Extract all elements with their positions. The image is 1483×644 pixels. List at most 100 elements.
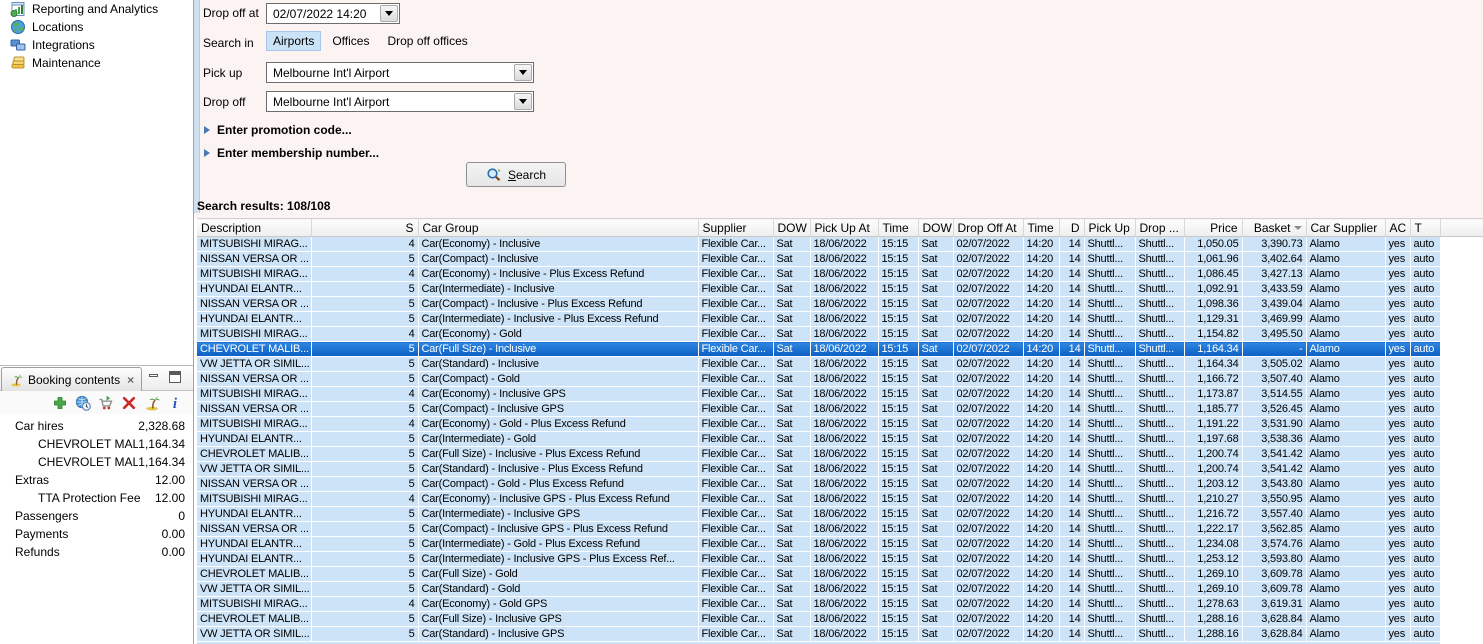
cell-pick_up_at: 18/06/2022 [810,416,879,432]
cell-supplier: Flexible Car... [698,311,774,327]
search-in-tab-airports[interactable]: Airports [266,31,322,51]
column-header-pick_up[interactable]: Pick Up [1084,218,1136,237]
availability-clock-icon[interactable] [75,395,91,411]
result-row[interactable]: CHEVROLET MALIB... 5 Car(Full Size) - Incl… [197,611,1483,627]
delete-icon[interactable] [121,395,137,411]
result-row[interactable]: CHEVROLET MALIB... 5 Car(Full Size) - Gold… [197,566,1483,582]
result-row[interactable]: NISSAN VERSA OR ... 5 Car(Compact) - Inclu… [197,521,1483,537]
booking-item[interactable]: Passengers 0 [0,507,193,525]
booking-item[interactable]: TTA Protection Fee 12.00 [0,489,193,507]
column-header-d[interactable]: D [1059,218,1085,237]
cell-dow1: Sat [773,611,811,627]
cell-price: 1,164.34 [1184,356,1243,372]
info-icon[interactable]: i [167,395,183,411]
result-row[interactable]: NISSAN VERSA OR ... 5 Car(Compact) - Inclu… [197,251,1483,267]
result-row[interactable]: MITSUBISHI MIRAG... 4 Car(Economy) - Gold F… [197,326,1483,342]
result-row[interactable]: HYUNDAI ELANTR... 5 Car(Intermediate) - In… [197,311,1483,327]
result-row[interactable]: MITSUBISHI MIRAG... 4 Car(Economy) - Inclu… [197,386,1483,402]
sidebar-item-reporting-and-analytics[interactable]: Reporting and Analytics [0,0,193,18]
column-header-dow1[interactable]: DOW [773,218,811,237]
promotion-code-toggle[interactable]: Enter promotion code... [204,123,352,137]
result-row[interactable]: HYUNDAI ELANTR... 5 Car(Intermediate) - In… [197,551,1483,567]
result-row[interactable]: NISSAN VERSA OR ... 5 Car(Compact) - Inclu… [197,401,1483,417]
result-row[interactable]: VW JETTA OR SIMIL... 5 Car(Standard) - Inc… [197,461,1483,477]
booking-item[interactable]: Extras 12.00 [0,471,193,489]
cell-time2: 14:20 [1023,596,1060,612]
result-row[interactable]: VW JETTA OR SIMIL... 5 Car(Standard) - Gol… [197,581,1483,597]
cell-d: 14 [1059,611,1085,627]
sidebar-item-locations[interactable]: Locations [0,18,193,36]
booking-item-label: CHEVROLET MALIBI [38,455,139,469]
close-icon[interactable]: × [127,373,134,387]
cell-supplier: Flexible Car... [698,491,774,507]
result-row[interactable]: MITSUBISHI MIRAG... 4 Car(Economy) - Inclu… [197,236,1483,252]
chevron-down-icon[interactable] [514,93,532,110]
cell-price: 1,191.22 [1184,416,1243,432]
chevron-down-icon[interactable] [380,5,398,22]
result-row[interactable]: HYUNDAI ELANTR... 5 Car(Intermediate) - Go… [197,536,1483,552]
result-row[interactable]: NISSAN VERSA OR ... 5 Car(Compact) - Inclu… [197,296,1483,312]
result-row[interactable]: NISSAN VERSA OR ... 5 Car(Compact) - Gold … [197,476,1483,492]
booking-contents-tab[interactable]: Booking contents × [1,367,143,391]
add-icon[interactable] [52,395,68,411]
cell-time1: 15:15 [878,551,919,567]
column-header-s[interactable]: S [311,218,419,237]
cell-description: VW JETTA OR SIMIL... [197,581,312,597]
cell-supplier: Flexible Car... [698,326,774,342]
result-row[interactable]: VW JETTA OR SIMIL... 5 Car(Standard) - Inc… [197,356,1483,372]
column-header-dow2[interactable]: DOW [918,218,954,237]
cell-dow1: Sat [773,236,811,252]
column-header-drop_off_at[interactable]: Drop Off At [953,218,1024,237]
search-in-tab-offices[interactable]: Offices [325,31,376,51]
result-row[interactable]: CHEVROLET MALIB... 5 Car(Full Size) - Incl… [197,341,1483,357]
booking-item[interactable]: Car hires 2,328.68 [0,417,193,435]
holiday-package-icon[interactable] [144,395,160,411]
column-header-t[interactable]: T [1410,218,1441,237]
column-header-ac[interactable]: AC [1385,218,1411,237]
booking-item[interactable]: CHEVROLET MALIBI1,164.34 [0,453,193,471]
chevron-down-icon[interactable] [514,64,532,81]
search-in-tab-drop-off-offices[interactable]: Drop off offices [380,31,474,51]
cell-filler [1440,626,1483,642]
booking-item[interactable]: Payments 0.00 [0,525,193,543]
booking-item[interactable]: Refunds 0.00 [0,543,193,561]
column-header-drop[interactable]: Drop ... [1135,218,1185,237]
cell-dow1: Sat [773,311,811,327]
cell-dow2: Sat [918,296,954,312]
cell-dow1: Sat [773,281,811,297]
cell-car_group: Car(Intermediate) - Gold - Plus Excess R… [418,536,699,552]
minimize-icon[interactable] [149,373,160,382]
sidebar-item-integrations[interactable]: Integrations [0,36,193,54]
cell-s: 5 [311,446,419,462]
column-header-price[interactable]: Price [1184,218,1243,237]
cell-drop_off_at: 02/07/2022 [953,416,1024,432]
result-row[interactable]: NISSAN VERSA OR ... 5 Car(Compact) - Gold F… [197,371,1483,387]
sidebar-item-maintenance[interactable]: Maintenance [0,54,193,72]
result-row[interactable]: HYUNDAI ELANTR... 5 Car(Intermediate) - In… [197,506,1483,522]
drop-off-combo[interactable]: Melbourne Int'l Airport [266,91,534,112]
column-header-basket[interactable]: Basket [1242,218,1307,237]
column-header-time1[interactable]: Time [878,218,919,237]
result-row[interactable]: MITSUBISHI MIRAG... 4 Car(Economy) - Gold … [197,596,1483,612]
result-row[interactable]: HYUNDAI ELANTR... 5 Car(Intermediate) - In… [197,281,1483,297]
membership-number-toggle[interactable]: Enter membership number... [204,146,379,160]
result-row[interactable]: MITSUBISHI MIRAG... 4 Car(Economy) - Inclu… [197,266,1483,282]
column-header-supplier[interactable]: Supplier [698,218,774,237]
pick-up-combo[interactable]: Melbourne Int'l Airport [266,62,534,83]
result-row[interactable]: HYUNDAI ELANTR... 5 Car(Intermediate) - Go… [197,431,1483,447]
column-header-car_supplier[interactable]: Car Supplier [1306,218,1386,237]
drop-off-at-combo[interactable]: 02/07/2022 14:20 [266,3,400,24]
cell-time2: 14:20 [1023,296,1060,312]
maximize-icon[interactable] [169,371,181,383]
column-header-description[interactable]: Description [197,218,312,237]
result-row[interactable]: VW JETTA OR SIMIL... 5 Car(Standard) - Inc… [197,626,1483,642]
result-row[interactable]: MITSUBISHI MIRAG... 4 Car(Economy) - Inclu… [197,491,1483,507]
column-header-time2[interactable]: Time [1023,218,1060,237]
search-button[interactable]: Search [466,162,566,187]
booking-item[interactable]: CHEVROLET MALIBI1,164.34 [0,435,193,453]
column-header-pick_up_at[interactable]: Pick Up At [810,218,879,237]
cart-icon[interactable] [98,395,114,411]
result-row[interactable]: CHEVROLET MALIB... 5 Car(Full Size) - Incl… [197,446,1483,462]
column-header-car_group[interactable]: Car Group [418,218,699,237]
result-row[interactable]: MITSUBISHI MIRAG... 4 Car(Economy) - Gold … [197,416,1483,432]
